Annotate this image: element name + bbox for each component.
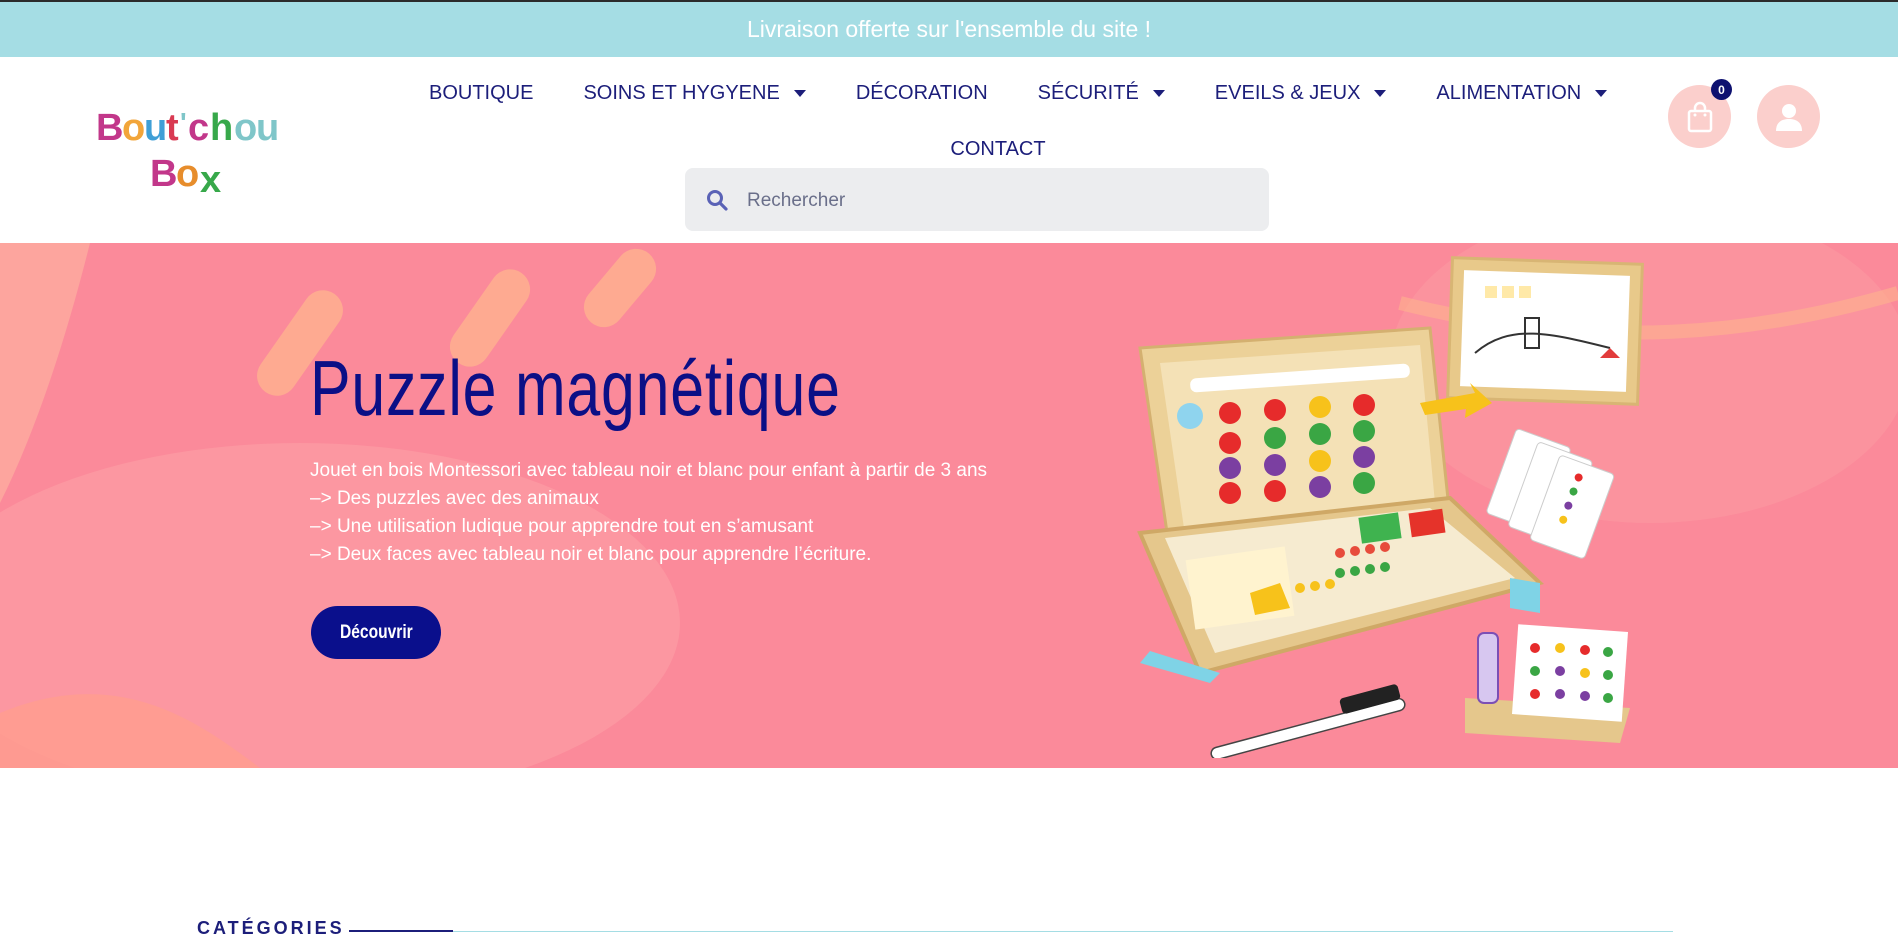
nav-item-alimentation[interactable]: ALIMENTATION xyxy=(1411,82,1632,105)
announcement-bar: Livraison offerte sur l'ensemble du site… xyxy=(0,0,1898,57)
hero-line: –> Deux faces avec tableau noir et blanc… xyxy=(310,544,872,565)
search-icon[interactable] xyxy=(705,188,729,212)
search-input[interactable] xyxy=(745,168,1249,233)
hero-line: –> Une utilisation ludique pour apprendr… xyxy=(310,516,814,537)
cart-count-badge: 0 xyxy=(1711,79,1732,100)
nav-item-boutique[interactable]: BOUTIQUE xyxy=(404,82,558,105)
product-image xyxy=(1137,256,1644,758)
categories-heading: CATÉGORIES xyxy=(197,918,345,938)
hero-title: Puzzle magnétique xyxy=(310,344,841,432)
hero-description: Jouet en bois Montessori avec tableau no… xyxy=(310,457,1130,569)
chevron-down-icon xyxy=(1374,89,1387,97)
shopping-bag-icon xyxy=(1687,101,1712,132)
account-button[interactable] xyxy=(1757,85,1820,148)
nav-item-eveils-jeux[interactable]: EVEILS & JEUX xyxy=(1190,82,1412,105)
chevron-down-icon xyxy=(1152,89,1165,97)
chevron-down-icon xyxy=(1595,89,1608,97)
discover-button[interactable]: Découvrir xyxy=(311,606,441,659)
hero-banner: Puzzle magnétique Jouet en bois Montesso… xyxy=(0,243,1898,768)
search-bar xyxy=(685,168,1269,233)
main-nav-row2: CONTACT xyxy=(0,129,1898,169)
heading-underline xyxy=(349,930,453,932)
nav-item-decoration[interactable]: DÉCORATION xyxy=(831,82,1013,105)
section-divider xyxy=(453,931,1673,932)
main-nav: BOUTIQUE SOINS ET HYGYENE DÉCORATION SÉC… xyxy=(404,73,1632,113)
chevron-down-icon xyxy=(793,89,806,97)
hero-line: –> Des puzzles avec des animaux xyxy=(310,488,599,509)
user-icon xyxy=(1775,103,1802,131)
nav-item-soins-hygiene[interactable]: SOINS ET HYGYENE xyxy=(558,82,830,105)
announcement-text: Livraison offerte sur l'ensemble du site… xyxy=(746,16,1152,42)
nav-item-contact[interactable]: CONTACT xyxy=(925,138,1070,161)
hero-line: Jouet en bois Montessori avec tableau no… xyxy=(310,460,988,481)
site-header: B o u t ' c h o u B o x BOUTIQUE SOINS E… xyxy=(0,57,1898,243)
nav-item-securite[interactable]: SÉCURITÉ xyxy=(1013,82,1190,105)
